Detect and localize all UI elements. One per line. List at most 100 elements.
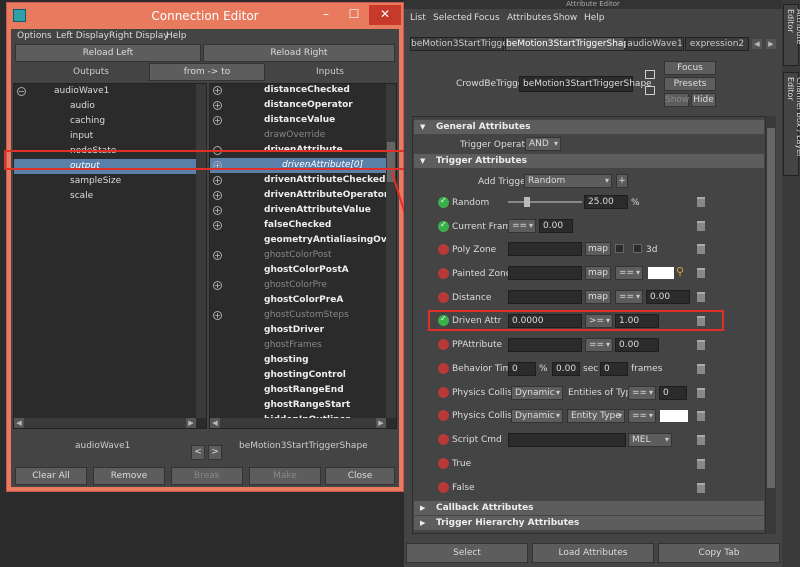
menu-selected[interactable]: Selected	[433, 13, 472, 23]
disabled-dot-icon[interactable]	[438, 410, 449, 421]
disabled-dot-icon[interactable]	[438, 458, 449, 469]
poly-zone-checkbox[interactable]	[615, 244, 624, 253]
script-language-dropdown[interactable]: MEL	[628, 433, 672, 447]
driven-attr-highlight-box	[428, 310, 724, 331]
ppattribute-field[interactable]	[508, 338, 582, 352]
current-frame-label: Current Frame	[452, 222, 517, 232]
attribute-editor-title: Attribute Editor	[404, 0, 782, 9]
trigger-hierarchy-section[interactable]: ▶ Trigger Hierarchy Attributes	[414, 516, 764, 530]
tab-bemotion3starttrigger[interactable]: beMotion3StartTrigger	[410, 37, 512, 51]
distance-label: Distance	[452, 293, 492, 303]
scrollbar-thumb[interactable]	[767, 128, 775, 488]
distance-map-button[interactable]: map	[585, 290, 611, 304]
color-swatch[interactable]	[660, 410, 688, 422]
node-name-field[interactable]: beMotion3StartTriggerShape	[519, 76, 652, 92]
behavior-time-percent-field[interactable]: 0	[508, 362, 536, 376]
ppattribute-value-field[interactable]: 0.00	[615, 338, 659, 352]
trash-icon[interactable]	[697, 197, 705, 207]
script-cmd-field[interactable]	[508, 433, 626, 447]
enabled-check-icon[interactable]	[438, 220, 449, 232]
current-frame-operator-dropdown[interactable]: ==	[508, 219, 536, 233]
disabled-dot-icon[interactable]	[438, 292, 449, 303]
3d-checkbox[interactable]	[633, 244, 642, 253]
callback-attributes-section[interactable]: ▶ Callback Attributes	[414, 501, 764, 515]
menu-attributes[interactable]: Attributes	[507, 13, 551, 23]
expanded-triangle-icon: ▼	[420, 157, 426, 165]
disabled-dot-icon[interactable]	[438, 268, 449, 279]
menu-help[interactable]: Help	[584, 13, 605, 23]
entities-of-type-label: Entities of Type	[568, 388, 637, 398]
painted-zone-map-button[interactable]: map	[585, 266, 611, 280]
load-attributes-button[interactable]: Load Attributes	[532, 543, 654, 563]
trash-icon[interactable]	[697, 364, 705, 374]
percent-unit-label: %	[631, 198, 640, 208]
physics-collision-operator-dropdown[interactable]: ==	[628, 386, 656, 400]
physics-collision-mode-dropdown[interactable]: Dynamic	[511, 409, 563, 423]
input-connection-icon[interactable]	[645, 70, 655, 79]
tab-expression2[interactable]: expression2	[685, 37, 749, 51]
disabled-dot-icon[interactable]	[438, 482, 449, 493]
behavior-time-frames-field[interactable]: 0	[600, 362, 628, 376]
attributes-vertical-scrollbar[interactable]	[766, 116, 776, 534]
menu-show[interactable]: Show	[553, 13, 577, 23]
painted-zone-field[interactable]	[508, 266, 582, 280]
tab-attribute-editor[interactable]: Attribute Editor	[783, 4, 800, 66]
disabled-dot-icon[interactable]	[438, 387, 449, 398]
painted-zone-operator-dropdown[interactable]: ==	[615, 266, 643, 280]
tab-audiowave1[interactable]: audioWave1	[626, 37, 684, 51]
copy-tab-button[interactable]: Copy Tab	[658, 543, 780, 563]
physics-collision-operator-dropdown[interactable]: ==	[628, 409, 656, 423]
enabled-check-icon[interactable]	[438, 196, 449, 208]
menu-focus[interactable]: Focus	[474, 13, 500, 23]
add-trigger-button[interactable]: +	[616, 174, 628, 188]
trash-icon[interactable]	[697, 221, 705, 231]
current-frame-value-field[interactable]: 0.00	[539, 219, 573, 233]
trash-icon[interactable]	[697, 435, 705, 445]
random-value-field[interactable]: 25.00	[584, 195, 628, 209]
random-slider[interactable]	[508, 197, 582, 207]
disabled-dot-icon[interactable]	[438, 434, 449, 445]
entity-type-dropdown[interactable]: Entity Type	[567, 409, 625, 423]
trash-icon[interactable]	[697, 388, 705, 398]
tab-channel-box[interactable]: Channel Box / Layer Editor	[783, 72, 800, 176]
behavior-time-sec-field[interactable]: 0.00	[552, 362, 580, 376]
poly-zone-field[interactable]	[508, 242, 582, 256]
add-trigger-dropdown[interactable]: Random	[524, 174, 612, 188]
select-button[interactable]: Select	[406, 543, 528, 563]
trash-icon[interactable]	[697, 244, 705, 254]
frames-unit-label: frames	[631, 364, 663, 374]
distance-field[interactable]	[508, 290, 582, 304]
distance-operator-dropdown[interactable]: ==	[615, 290, 643, 304]
poly-zone-map-button[interactable]: map	[585, 242, 611, 256]
presets-button[interactable]: Presets	[664, 77, 716, 91]
slider-handle[interactable]	[523, 197, 530, 207]
tab-scroll-left-icon[interactable]: ◀	[752, 39, 762, 49]
trash-icon[interactable]	[697, 340, 705, 350]
physics-collision-value-field[interactable]: 0	[659, 386, 687, 400]
trash-icon[interactable]	[697, 483, 705, 493]
show-button[interactable]: Show	[664, 93, 689, 107]
trigger-attributes-section[interactable]: ▼ Trigger Attributes	[414, 154, 764, 168]
eyedropper-icon[interactable]: ⚲	[676, 265, 686, 279]
tab-scroll-right-icon[interactable]: ▶	[766, 39, 776, 49]
trash-icon[interactable]	[697, 292, 705, 302]
color-swatch[interactable]	[648, 267, 674, 279]
trash-icon[interactable]	[697, 268, 705, 278]
disabled-dot-icon[interactable]	[438, 244, 449, 255]
disabled-dot-icon[interactable]	[438, 339, 449, 350]
hide-button[interactable]: Hide	[691, 93, 716, 107]
focus-button[interactable]: Focus	[664, 61, 716, 75]
disabled-dot-icon[interactable]	[438, 363, 449, 374]
general-attributes-section[interactable]: ▼ General Attributes	[414, 120, 764, 134]
distance-value-field[interactable]: 0.00	[646, 290, 690, 304]
tab-bemotion3starttriggershape[interactable]: beMotion3StartTriggerShape	[505, 37, 635, 51]
ppattribute-operator-dropdown[interactable]: ==	[585, 338, 613, 352]
menu-list[interactable]: List	[410, 13, 426, 23]
collapsed-triangle-icon: ▶	[420, 519, 426, 527]
trash-icon[interactable]	[697, 411, 705, 421]
physics-collision-mode-dropdown[interactable]: Dynamic	[511, 386, 563, 400]
expanded-triangle-icon: ▼	[420, 123, 426, 131]
output-connection-icon[interactable]	[645, 86, 655, 95]
trigger-operator-dropdown[interactable]: AND	[525, 137, 561, 151]
trash-icon[interactable]	[697, 459, 705, 469]
